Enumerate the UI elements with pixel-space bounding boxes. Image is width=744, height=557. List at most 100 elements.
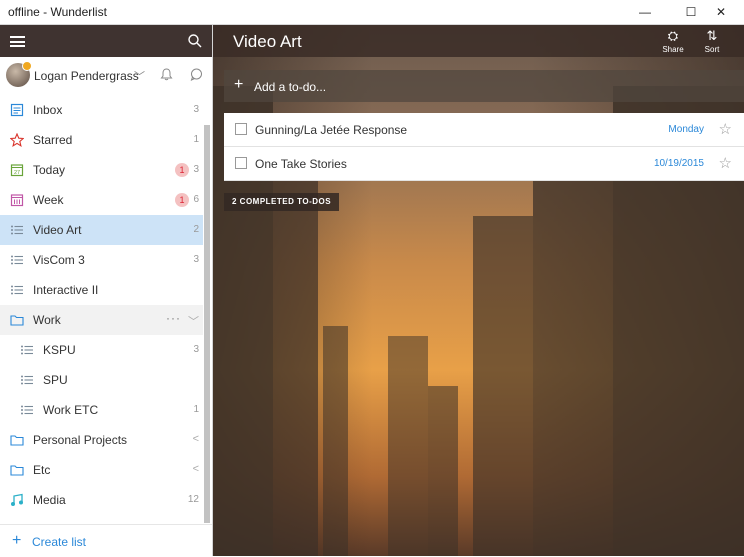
task-title[interactable]: Gunning/La Jetée Response [255,123,407,137]
sidebar-item-work-etc[interactable]: Work ETC 1 [0,395,203,425]
task-row[interactable]: Gunning/La Jetée Response Monday ☆ [224,113,744,147]
item-count: 3 [193,344,199,355]
item-count: 2 [193,224,199,235]
background-building [473,216,533,556]
share-label: Share [662,45,684,54]
completed-todos-button[interactable]: 2 COMPLETED TO-DOS [224,193,340,211]
sidebar-item-viscom-3[interactable]: VisCom 3 3 [0,245,203,275]
sidebar-item-label: Etc [33,463,51,477]
folder-icon [10,433,24,447]
item-count: 6 [193,194,199,205]
folder-icon [10,313,24,327]
sidebar-item-kspu[interactable]: KSPU 3 [0,335,203,365]
item-count: 12 [187,494,199,505]
create-list-label: Create list [32,535,87,549]
music-icon [10,493,24,507]
list-title: Video Art [233,32,302,51]
chevron-down-icon[interactable]: ﹀ [188,313,199,329]
search-icon[interactable] [188,34,202,48]
sort-button[interactable]: ⇅ Sort [697,28,727,55]
chevron-left-icon[interactable]: < [193,433,199,445]
item-count: 1 [193,134,199,145]
background-building [323,326,348,556]
list-icon [10,223,24,237]
scrollbar-thumb[interactable] [204,125,210,523]
sidebar-scrollbar[interactable] [203,95,210,527]
window-title: offline - Wunderlist [8,5,107,19]
user-name[interactable]: Logan Pendergrass [34,69,139,83]
task-checkbox[interactable] [235,123,247,135]
user-row[interactable]: Logan Pendergrass ﹀ [0,57,212,95]
sidebar-item-video-art[interactable]: Video Art 2 [0,215,203,245]
plus-icon: + [234,76,244,93]
svg-text:27: 27 [14,170,20,176]
task-title[interactable]: One Take Stories [255,157,347,171]
sidebar-item-label: Interactive II [33,283,99,297]
item-count: 1 [193,404,199,415]
minimize-button[interactable]: — [622,0,668,24]
list-icon [10,253,24,267]
overdue-badge: 1 [175,193,189,207]
chevron-down-icon[interactable]: ﹀ [134,68,145,84]
background-building [273,176,318,556]
chat-icon[interactable] [190,68,203,81]
main-header: Video Art ⛭ Share ⇅ Sort [213,25,744,57]
close-button[interactable]: ✕ [698,0,744,24]
sidebar-item-label: Media [33,493,66,507]
sidebar-item-label: KSPU [43,343,76,357]
sidebar: Logan Pendergrass ﹀ Inbox 3 Starred 1 27 Toda… [0,25,213,556]
overdue-badge: 1 [175,163,189,177]
sidebar-item-label: Starred [33,133,73,147]
list-icon [20,373,34,387]
main-panel: Video Art ⛭ Share ⇅ Sort + Add a to-do..… [213,25,744,556]
background-building [388,336,428,556]
sidebar-item-label: Work [33,313,61,327]
item-count: 3 [193,254,199,265]
folder-icon [10,463,24,477]
plus-icon: + [12,532,22,549]
title-bar: offline - Wunderlist — ☐ ✕ [0,0,744,25]
sidebar-item-label: Inbox [33,103,63,117]
sort-icon: ⇅ [706,28,718,43]
share-icon: ⛭ [667,28,679,43]
calendar-today-icon: 27 [10,163,24,177]
sidebar-item-work[interactable]: Work ··· ﹀ [0,305,203,335]
sidebar-item-inbox[interactable]: Inbox 3 [0,95,203,125]
sidebar-item-label: Week [33,193,64,207]
sidebar-item-spu[interactable]: SPU [0,365,203,395]
chevron-left-icon[interactable]: < [193,463,199,475]
sidebar-list: Inbox 3 Starred 1 27 Today 3 1 Week 6 1 Video Art 2 V… [0,95,212,515]
add-todo-input[interactable]: + Add a to-do... [224,70,744,102]
sort-label: Sort [704,45,720,54]
star-icon[interactable]: ☆ [719,154,732,172]
share-button[interactable]: ⛭ Share [658,28,688,55]
task-list: Gunning/La Jetée Response Monday ☆ One Take… [224,113,744,181]
item-count: 3 [193,164,199,175]
star-icon[interactable]: ☆ [719,120,732,138]
sidebar-item-week[interactable]: Week 6 1 [0,185,203,215]
list-icon [20,403,34,417]
sidebar-item-etc[interactable]: Etc < [0,455,203,485]
avatar-status-icon [22,61,32,71]
sidebar-item-today[interactable]: 27 Today 3 1 [0,155,203,185]
sidebar-item-label: VisCom 3 [33,253,85,267]
bell-icon[interactable] [160,68,173,81]
sidebar-item-starred[interactable]: Starred 1 [0,125,203,155]
inbox-icon [10,103,24,117]
list-icon [10,283,24,297]
task-checkbox[interactable] [235,157,247,169]
more-options-icon[interactable]: ··· [166,311,181,325]
item-count: 3 [193,104,199,115]
sidebar-item-label: Personal Projects [33,433,128,447]
task-due-date: Monday [668,124,704,135]
background-building [533,166,613,556]
sidebar-item-media[interactable]: Media 12 [0,485,203,515]
sidebar-item-label: Video Art [33,223,82,237]
task-row[interactable]: One Take Stories 10/19/2015 ☆ [224,147,744,181]
star-icon [9,132,25,147]
create-list-button[interactable]: + Create list [0,524,212,557]
sidebar-item-personal-projects[interactable]: Personal Projects < [0,425,203,455]
sidebar-item-interactive-ii[interactable]: Interactive II [0,275,203,305]
task-due-date: 10/19/2015 [653,158,704,169]
hamburger-menu-icon[interactable] [10,36,25,47]
